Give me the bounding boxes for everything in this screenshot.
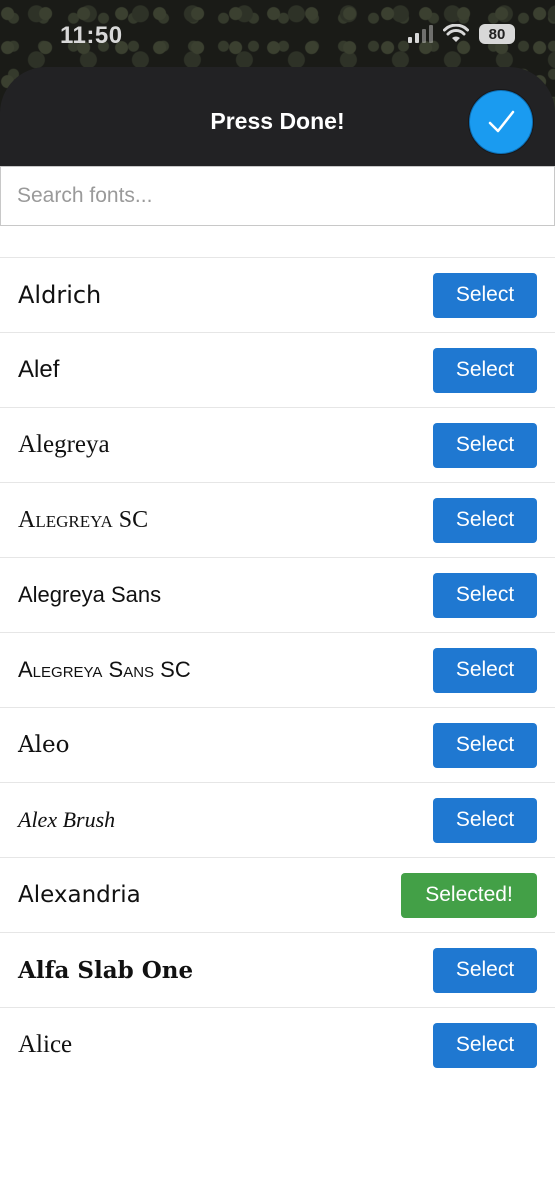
status-time: 11:50 — [60, 22, 123, 49]
list-item: Alegreya Sans SC Select — [0, 633, 555, 708]
battery-icon: 80 — [479, 24, 515, 44]
list-item: Alegreya Sans Select — [0, 558, 555, 633]
font-name: Alex Brush — [18, 807, 116, 832]
search-field — [0, 166, 555, 226]
font-name: Alegreya Sans — [18, 582, 162, 607]
list-item: Aleo Select — [0, 708, 555, 783]
cellular-signal-icon — [408, 25, 433, 43]
search-input[interactable] — [1, 167, 554, 225]
list-item: Alex Brush Select — [0, 783, 555, 858]
select-button[interactable]: Select — [433, 647, 537, 693]
list-item: Alegreya Select — [0, 408, 555, 483]
list-item: Alfa Slab One Select — [0, 933, 555, 1008]
font-name: Aldrich — [18, 281, 102, 309]
select-button[interactable]: Select — [433, 347, 537, 393]
font-name: Alef — [18, 356, 60, 383]
wifi-icon — [443, 24, 469, 42]
select-button[interactable]: Select — [433, 722, 537, 768]
done-button[interactable] — [469, 90, 533, 154]
list-item: Alice Select — [0, 1008, 555, 1082]
select-button[interactable]: Select — [433, 272, 537, 318]
font-name: Aleo — [18, 732, 70, 758]
font-name: Alegreya SC — [18, 506, 149, 533]
select-button[interactable]: Select — [433, 947, 537, 993]
font-name: Alegreya — [18, 431, 110, 458]
selected-button[interactable]: Selected! — [401, 872, 537, 918]
font-name: Alexandria — [18, 882, 141, 908]
select-button[interactable]: Select — [433, 797, 537, 843]
list-item: Alegreya SC Select — [0, 483, 555, 558]
status-bar: 11:50 80 — [0, 0, 555, 70]
font-list: Aldrich Select Alef Select Alegreya Sele… — [0, 257, 555, 1082]
battery-level: 80 — [488, 25, 506, 43]
list-item: Alexandria Selected! — [0, 858, 555, 933]
font-name: Alegreya Sans SC — [18, 657, 191, 682]
list-item: Alef Select — [0, 333, 555, 408]
select-button[interactable]: Select — [433, 422, 537, 468]
checkmark-icon — [488, 110, 515, 133]
font-name: Alice — [18, 1031, 73, 1058]
select-button[interactable]: Select — [433, 497, 537, 543]
font-name: Alfa Slab One — [18, 956, 194, 984]
status-icons: 80 — [408, 24, 515, 44]
select-button[interactable]: Select — [433, 572, 537, 618]
list-item: Aldrich Select — [0, 258, 555, 333]
select-button[interactable]: Select — [433, 1022, 537, 1068]
